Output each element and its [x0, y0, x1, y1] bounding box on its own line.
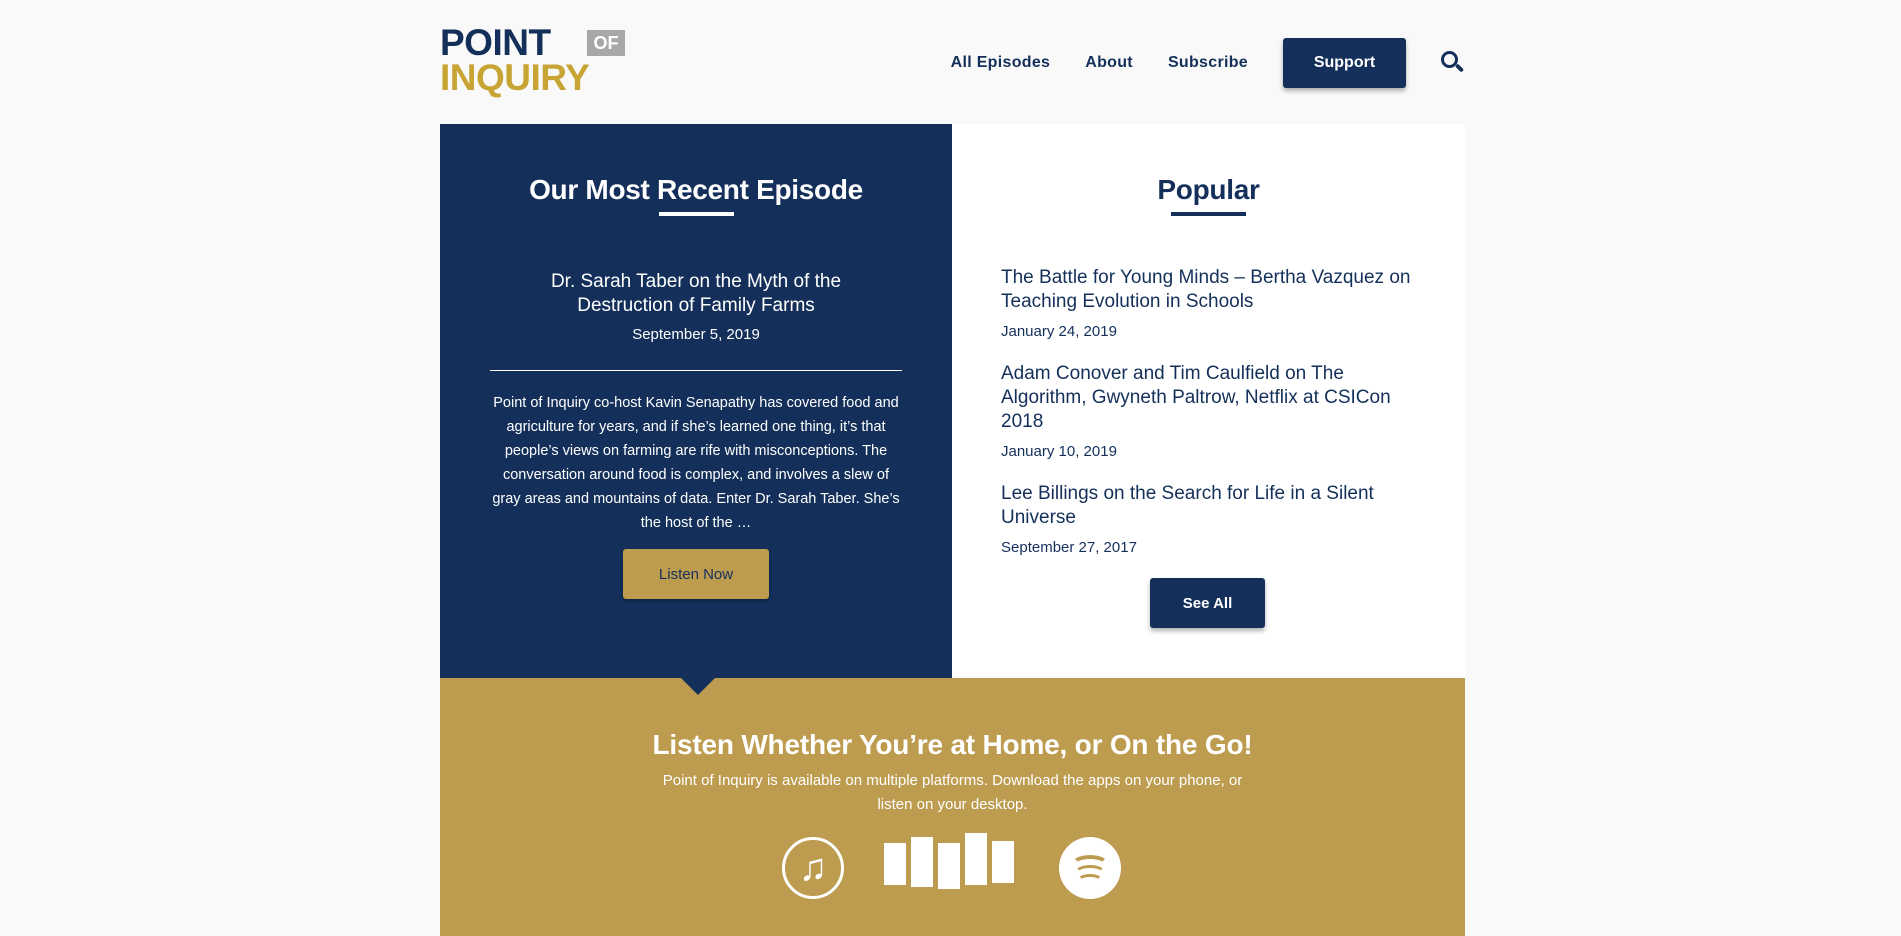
- recent-episode-panel: Our Most Recent Episode Dr. Sarah Taber …: [440, 124, 952, 678]
- logo-badge: OF: [587, 30, 625, 56]
- popular-item-date: September 27, 2017: [1001, 539, 1137, 556]
- logo-line-2: INQUIRY: [440, 57, 590, 98]
- heading-underline: [1171, 212, 1246, 216]
- divider: [490, 370, 902, 371]
- popular-item-title[interactable]: Adam Conover and Tim Caulfield on The Al…: [1001, 362, 1421, 434]
- nav-about[interactable]: About: [1085, 54, 1133, 72]
- popular-heading: Popular: [1157, 174, 1260, 205]
- popular-list: The Battle for Young Minds – Bertha Vazq…: [1001, 266, 1421, 556]
- recent-episode-description: Point of Inquiry co-host Kavin Senapathy…: [492, 395, 900, 531]
- see-all-button[interactable]: See All: [1150, 578, 1265, 628]
- nav-all-episodes[interactable]: All Episodes: [951, 54, 1051, 72]
- popular-item-date: January 10, 2019: [1001, 443, 1117, 460]
- popular-item-title[interactable]: Lee Billings on the Search for Life in a…: [1001, 482, 1421, 530]
- recent-heading: Our Most Recent Episode: [529, 174, 863, 205]
- logo-line-1: POINT: [440, 22, 551, 63]
- platforms-section: Listen Whether You’re at Home, or On the…: [440, 678, 1465, 936]
- listen-now-button[interactable]: Listen Now: [623, 549, 769, 599]
- platform-icons: ♫: [440, 833, 1465, 903]
- section-pointer: [681, 678, 715, 695]
- recent-episode-title[interactable]: Dr. Sarah Taber on the Myth of the Destr…: [506, 270, 886, 318]
- popular-item-date: January 24, 2019: [1001, 323, 1117, 340]
- popular-panel: Popular The Battle for Young Minds – Ber…: [952, 124, 1465, 678]
- platforms-description: Point of Inquiry is available on multipl…: [662, 772, 1243, 813]
- search-icon[interactable]: [1441, 51, 1465, 75]
- list-item: Adam Conover and Tim Caulfield on The Al…: [1001, 362, 1421, 460]
- list-item: Lee Billings on the Search for Life in a…: [1001, 482, 1421, 556]
- stitcher-icon[interactable]: [884, 833, 1018, 903]
- recent-episode-date: September 5, 2019: [632, 326, 760, 343]
- heading-underline: [658, 212, 734, 216]
- site-header: POINT OF INQUIRY All Episodes About Subs…: [440, 0, 1465, 124]
- list-item: The Battle for Young Minds – Bertha Vazq…: [1001, 266, 1421, 340]
- support-button[interactable]: Support: [1283, 38, 1406, 88]
- site-logo[interactable]: POINT OF INQUIRY: [440, 22, 630, 98]
- itunes-icon[interactable]: ♫: [782, 837, 844, 899]
- main-nav: All Episodes About Subscribe Support: [951, 38, 1465, 88]
- platforms-heading: Listen Whether You’re at Home, or On the…: [652, 729, 1253, 760]
- popular-item-title[interactable]: The Battle for Young Minds – Bertha Vazq…: [1001, 266, 1421, 314]
- nav-subscribe[interactable]: Subscribe: [1168, 54, 1248, 72]
- spotify-icon[interactable]: [1059, 837, 1121, 899]
